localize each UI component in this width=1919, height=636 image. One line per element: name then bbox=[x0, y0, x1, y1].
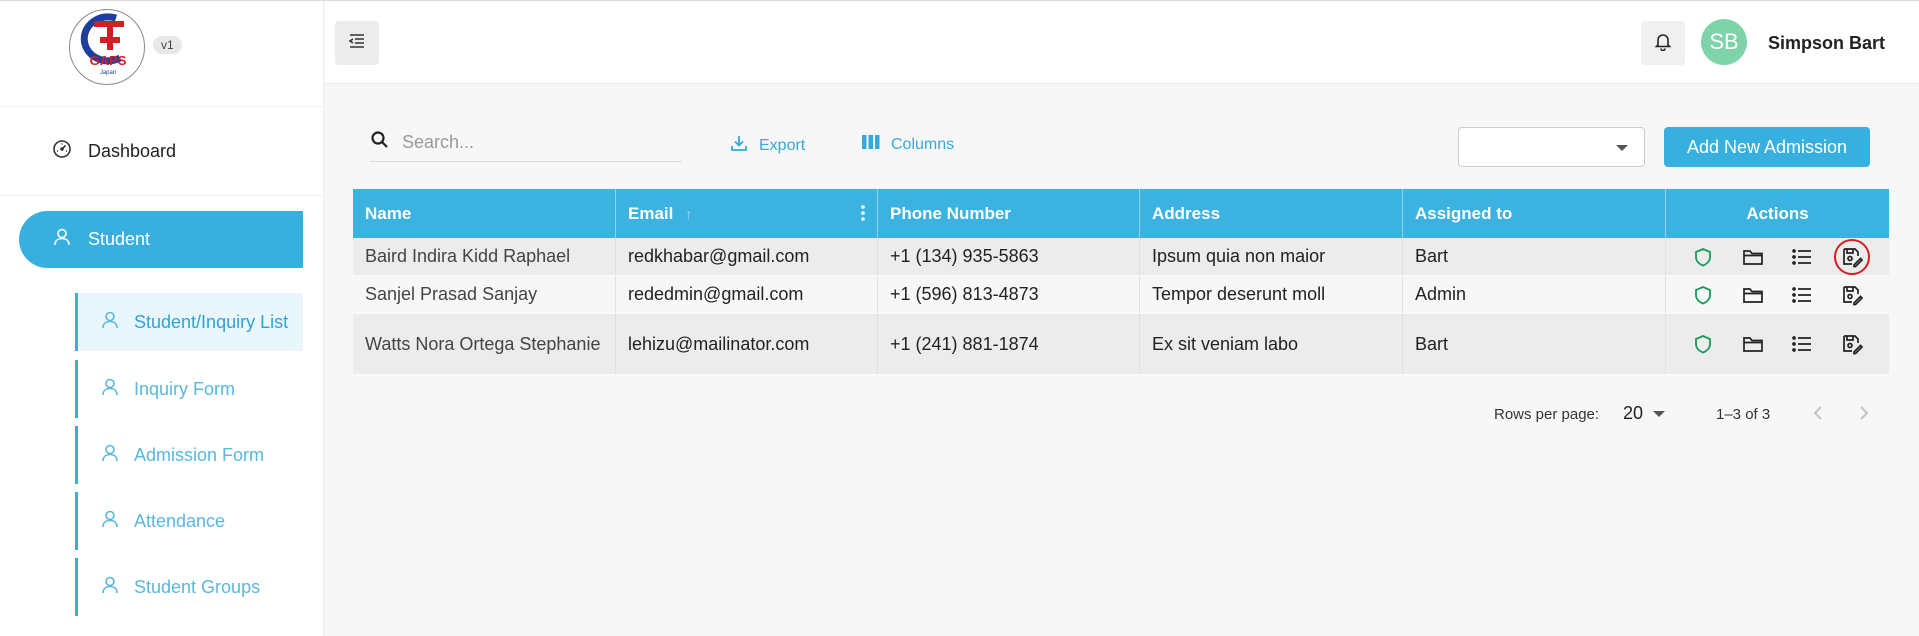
cell-email: lehizu@mailinator.com bbox=[616, 314, 878, 374]
cell-actions bbox=[1666, 276, 1889, 313]
cell-phone: +1 (134) 935-5863 bbox=[878, 238, 1140, 275]
download-icon bbox=[729, 133, 749, 158]
user-icon bbox=[100, 443, 120, 468]
sidebar-subitem-label: Attendance bbox=[134, 510, 226, 531]
table-row[interactable]: Watts Nora Ortega Stephanie lehizu@maili… bbox=[353, 314, 1889, 375]
avatar[interactable]: SB bbox=[1701, 19, 1747, 65]
sidebar-subitem-label: Student/Inquiry List bbox=[134, 311, 289, 332]
sidebar-item-dashboard[interactable]: Dashboard bbox=[0, 108, 323, 196]
cell-assigned: Admin bbox=[1403, 276, 1666, 313]
sidebar-item-label: Dashboard bbox=[88, 141, 177, 161]
sidebar-item-student[interactable]: Student bbox=[19, 211, 303, 268]
pagination-range: 1–3 of 3 bbox=[1716, 406, 1771, 423]
sidebar: GAPS Japan v1 Dashboard Student Student/… bbox=[0, 1, 324, 636]
search-input[interactable] bbox=[402, 132, 662, 153]
user-icon bbox=[100, 575, 120, 600]
chevron-left-icon bbox=[1813, 406, 1822, 420]
table-row[interactable]: Baird Indira Kidd Raphael redkhabar@gmai… bbox=[353, 238, 1889, 276]
table-header-row: Name Email ↑ Phone Number Address Assign… bbox=[353, 189, 1889, 238]
shield-icon[interactable] bbox=[1691, 283, 1715, 307]
filter-select[interactable] bbox=[1458, 127, 1645, 167]
export-button[interactable]: Export bbox=[729, 133, 805, 158]
cell-address: Ipsum quia non maior bbox=[1140, 238, 1403, 275]
gaps-logo[interactable]: GAPS Japan bbox=[69, 9, 145, 85]
version-badge: v1 bbox=[153, 36, 182, 54]
sidebar-subitem-label: Inquiry Form bbox=[134, 378, 236, 399]
cell-actions bbox=[1666, 238, 1889, 275]
columns-button[interactable]: Columns bbox=[861, 133, 954, 156]
cell-email: rededmin@gmail.com bbox=[616, 276, 878, 313]
cell-address: Tempor deserunt moll bbox=[1140, 276, 1403, 313]
menu-collapse-icon bbox=[347, 32, 367, 55]
table-row[interactable]: Sanjel Prasad Sanjay rededmin@gmail.com … bbox=[353, 276, 1889, 314]
sidebar-subitem-admission-form[interactable]: Admission Form bbox=[75, 426, 303, 484]
columns-icon bbox=[861, 133, 881, 156]
rows-per-page-select[interactable]: 20 bbox=[1623, 403, 1666, 424]
sidebar-subitem-label: Admission Form bbox=[134, 444, 265, 465]
dashboard-gauge-icon bbox=[52, 139, 72, 164]
column-header-label: Email bbox=[628, 203, 674, 223]
save-edit-icon[interactable] bbox=[1840, 283, 1864, 307]
cell-name: Sanjel Prasad Sanjay bbox=[353, 276, 616, 313]
chevron-down-icon bbox=[1653, 410, 1666, 417]
folder-icon[interactable] bbox=[1741, 332, 1765, 356]
cell-name: Baird Indira Kidd Raphael bbox=[353, 238, 616, 275]
notifications-button[interactable] bbox=[1641, 21, 1685, 65]
user-icon bbox=[52, 227, 72, 252]
cell-assigned: Bart bbox=[1403, 314, 1666, 374]
student-table: Name Email ↑ Phone Number Address Assign… bbox=[353, 189, 1889, 375]
columns-label: Columns bbox=[891, 135, 955, 153]
user-name[interactable]: Simpson Bart bbox=[1768, 33, 1885, 54]
rows-per-page-value: 20 bbox=[1623, 403, 1644, 423]
cell-phone: +1 (596) 813-4873 bbox=[878, 276, 1140, 313]
cell-address: Ex sit veniam labo bbox=[1140, 314, 1403, 374]
cell-actions bbox=[1666, 314, 1889, 374]
list-icon[interactable] bbox=[1790, 332, 1814, 356]
sidebar-subitem-inquiry-form[interactable]: Inquiry Form bbox=[75, 360, 303, 418]
sidebar-subitem-label: Student Groups bbox=[134, 576, 261, 597]
prev-page-button[interactable] bbox=[1811, 404, 1825, 427]
save-edit-icon[interactable] bbox=[1840, 332, 1864, 356]
export-label: Export bbox=[759, 136, 806, 154]
bell-icon bbox=[1654, 31, 1672, 56]
save-edit-icon[interactable] bbox=[1834, 238, 1871, 275]
column-header-assigned[interactable]: Assigned to bbox=[1403, 189, 1666, 238]
search-box bbox=[370, 124, 682, 162]
search-icon bbox=[370, 130, 390, 155]
next-page-button[interactable] bbox=[1857, 404, 1871, 427]
add-new-admission-button[interactable]: Add New Admission bbox=[1664, 127, 1870, 167]
cell-assigned: Bart bbox=[1403, 238, 1666, 275]
cell-phone: +1 (241) 881-1874 bbox=[878, 314, 1140, 374]
chevron-right-icon bbox=[1860, 406, 1869, 420]
cell-email: redkhabar@gmail.com bbox=[616, 238, 878, 275]
user-icon bbox=[100, 509, 120, 534]
logo-subtext: Japan bbox=[100, 70, 116, 76]
sidebar-subitem-student-inquiry-list[interactable]: Student/Inquiry List bbox=[75, 293, 303, 351]
column-header-actions: Actions bbox=[1746, 203, 1809, 223]
brand-area: GAPS Japan v1 bbox=[0, 1, 323, 107]
sidebar-subitem-student-groups[interactable]: Student Groups bbox=[75, 558, 303, 616]
cell-name: Watts Nora Ortega Stephanie bbox=[353, 314, 616, 374]
column-header-address[interactable]: Address bbox=[1140, 189, 1403, 238]
shield-icon[interactable] bbox=[1691, 245, 1715, 269]
column-header-phone[interactable]: Phone Number bbox=[878, 189, 1140, 238]
chevron-down-icon bbox=[1616, 145, 1628, 151]
list-icon[interactable] bbox=[1790, 283, 1814, 307]
list-icon[interactable] bbox=[1790, 245, 1814, 269]
folder-icon[interactable] bbox=[1741, 245, 1765, 269]
top-header: SB Simpson Bart bbox=[325, 1, 1919, 84]
folder-icon[interactable] bbox=[1741, 283, 1765, 307]
sort-up-icon[interactable]: ↑ bbox=[685, 206, 692, 222]
sidebar-item-label: Student bbox=[88, 229, 151, 249]
shield-icon[interactable] bbox=[1691, 332, 1715, 356]
rows-per-page-label: Rows per page: bbox=[1494, 406, 1600, 423]
column-menu-icon[interactable] bbox=[861, 205, 865, 226]
user-icon bbox=[100, 310, 120, 335]
menu-toggle-button[interactable] bbox=[335, 21, 379, 65]
column-header-name[interactable]: Name bbox=[353, 189, 616, 238]
sidebar-subitem-attendance[interactable]: Attendance bbox=[75, 492, 303, 550]
user-icon bbox=[100, 377, 120, 402]
column-header-email[interactable]: Email ↑ bbox=[616, 189, 878, 238]
logo-text: GAPS bbox=[90, 53, 127, 68]
